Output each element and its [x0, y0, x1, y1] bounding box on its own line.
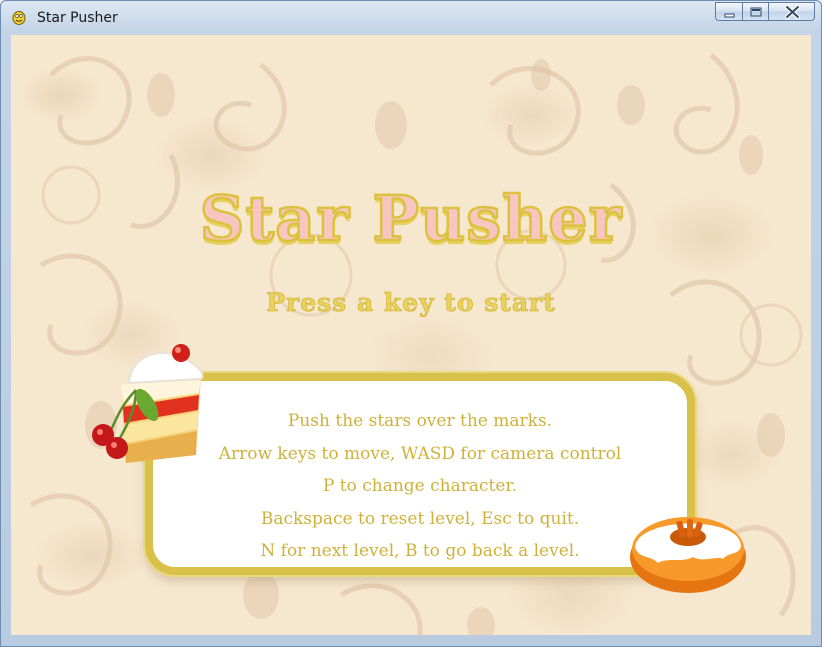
app-window: Star Pusher Star Pusher Press a key to s…: [0, 0, 822, 647]
donut-icon: [630, 517, 746, 593]
instruction-line: Backspace to reset level, Esc to quit.: [260, 508, 580, 529]
game-canvas[interactable]: Star Pusher Press a key to start Push th…: [11, 35, 811, 635]
press-key-prompt: Press a key to start: [266, 288, 556, 318]
game-title: Star Pusher: [198, 181, 623, 256]
instruction-line: Arrow keys to move, WASD for camera cont…: [218, 443, 622, 464]
instructions-list: Push the stars over the marks. Arrow key…: [153, 405, 687, 568]
instructions-panel: Push the stars over the marks. Arrow key…: [145, 373, 695, 575]
instruction-line: N for next level, B to go back a level.: [260, 541, 580, 561]
close-icon: [785, 5, 800, 19]
pygame-snake-icon: [12, 11, 26, 25]
minimize-icon: [724, 13, 735, 18]
window-title: Star Pusher: [37, 10, 118, 26]
instruction-line: P to change character.: [322, 476, 518, 496]
maximize-icon: [750, 7, 762, 17]
instruction-line: Push the stars over the marks.: [287, 411, 553, 431]
title-bar[interactable]: Star Pusher: [1, 1, 821, 35]
cake-slice-icon: [92, 344, 204, 463]
window-controls: [715, 2, 815, 23]
maximize-button[interactable]: [742, 2, 768, 21]
minimize-button[interactable]: [715, 2, 742, 21]
close-button[interactable]: [768, 2, 815, 21]
